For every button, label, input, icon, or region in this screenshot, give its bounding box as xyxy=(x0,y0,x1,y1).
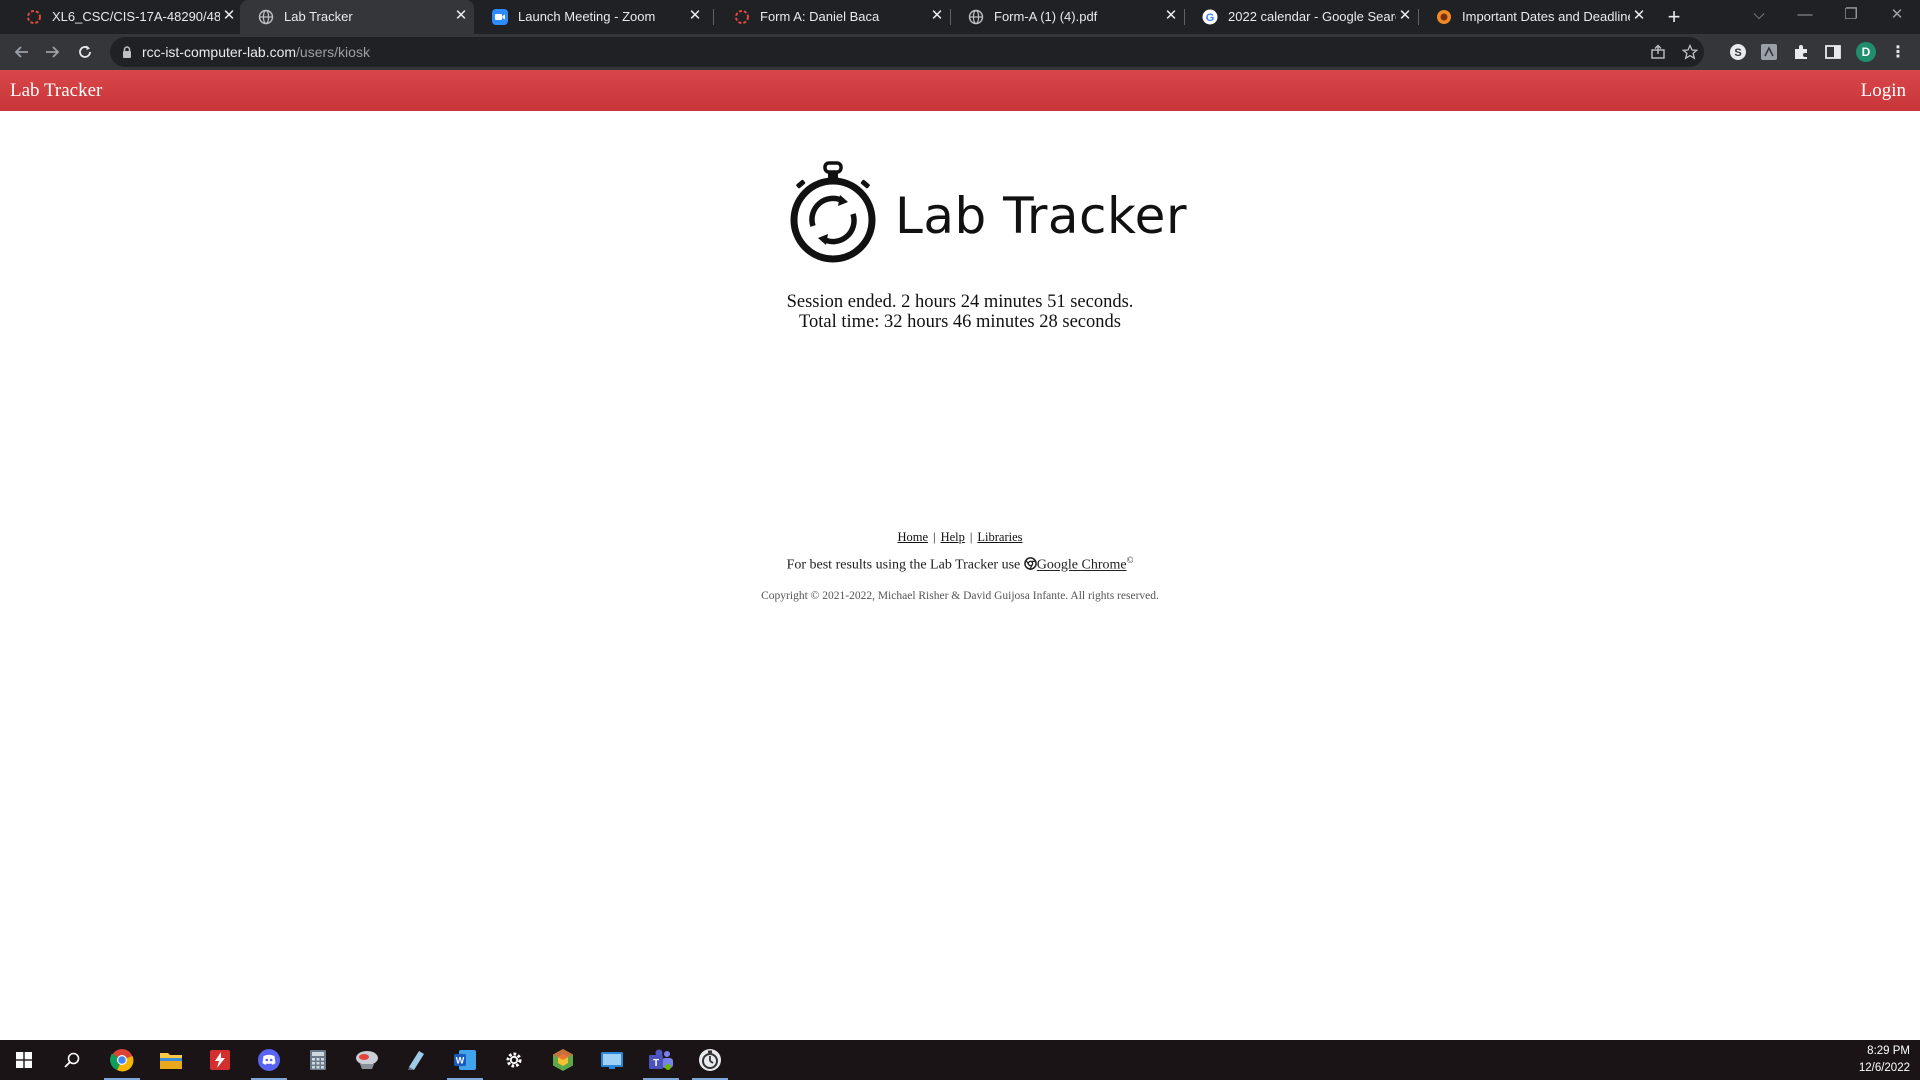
globe-icon xyxy=(968,9,984,25)
tab-title: Lab Tracker xyxy=(284,9,353,24)
tab-title: Launch Meeting - Zoom xyxy=(518,9,656,24)
tab-google-search[interactable]: G 2022 calendar - Google Search ✕ xyxy=(1184,0,1418,34)
menu-kebab-icon[interactable]: ⋮ xyxy=(1888,42,1908,62)
back-button[interactable] xyxy=(8,38,36,66)
close-icon[interactable]: ✕ xyxy=(1396,7,1414,25)
footer-nav: Home | Help | Libraries xyxy=(0,530,1920,545)
firefox-style-icon xyxy=(1436,9,1452,25)
globe-icon xyxy=(258,9,274,25)
tab-form-a-pdf[interactable]: Form-A (1) (4).pdf ✕ xyxy=(950,0,1184,34)
extensions-puzzle-icon[interactable] xyxy=(1791,42,1811,62)
arrow-right-icon xyxy=(46,46,60,58)
restore-button[interactable]: ❐ xyxy=(1828,0,1874,30)
reload-icon xyxy=(79,45,91,58)
separator: | xyxy=(969,530,973,544)
teams-icon[interactable]: T xyxy=(637,1040,685,1080)
svg-text:G: G xyxy=(1206,12,1215,24)
footer-help-link[interactable]: Help xyxy=(941,530,965,544)
login-link[interactable]: Login xyxy=(1861,80,1906,102)
recommendation-text: For best results using the Lab Tracker u… xyxy=(786,557,1024,573)
calculator-icon[interactable] xyxy=(294,1040,342,1080)
loading-spinner-icon xyxy=(26,9,42,25)
lab-tracker-app-icon[interactable] xyxy=(686,1040,734,1080)
url-text: rcc-ist-computer-lab.com/users/kiosk xyxy=(142,44,370,60)
chrome-icon[interactable] xyxy=(98,1040,146,1080)
google-icon: G xyxy=(1202,9,1218,25)
discord-icon[interactable] xyxy=(245,1040,293,1080)
total-time-text: Total time: 32 hours 46 minutes 28 secon… xyxy=(799,312,1121,332)
system-clock[interactable]: 8:29 PM 12/6/2022 xyxy=(1859,1043,1910,1077)
loading-spinner-icon xyxy=(734,9,750,25)
footer-home-link[interactable]: Home xyxy=(897,530,928,544)
address-bar[interactable]: rcc-ist-computer-lab.com/users/kiosk xyxy=(110,37,1704,67)
svg-text:S: S xyxy=(1734,47,1741,59)
zoom-icon xyxy=(492,9,508,25)
windows-taskbar: W T 8:29 PM 12/6/2022 xyxy=(0,1040,1920,1080)
svg-text:W: W xyxy=(456,1056,465,1066)
tab-title: XL6_CSC/CIS-17A-48290/48205 xyxy=(52,9,220,24)
new-tab-button[interactable]: + xyxy=(1661,4,1687,30)
tab-form-a[interactable]: Form A: Daniel Baca ✕ xyxy=(716,0,950,34)
tab-search-chevron-icon[interactable]: ⌵ xyxy=(1736,0,1782,30)
arrow-left-icon xyxy=(14,46,28,58)
close-icon[interactable]: ✕ xyxy=(1162,7,1180,25)
extension-s-icon[interactable]: S xyxy=(1728,42,1748,62)
remote-desktop-icon[interactable] xyxy=(588,1040,636,1080)
close-icon[interactable]: ✕ xyxy=(220,7,238,25)
clock-date: 12/6/2022 xyxy=(1858,1062,1910,1074)
close-icon[interactable]: ✕ xyxy=(928,7,946,25)
snipping-app-icon[interactable] xyxy=(343,1040,391,1080)
tab-important-dates[interactable]: Important Dates and Deadlines ✕ xyxy=(1418,0,1652,34)
reload-button[interactable] xyxy=(71,38,99,66)
close-icon[interactable]: ✕ xyxy=(1630,7,1648,25)
footer-libraries-link[interactable]: Libraries xyxy=(977,530,1022,544)
side-panel-icon[interactable] xyxy=(1823,42,1843,62)
windows-start-icon[interactable] xyxy=(0,1040,48,1080)
tab-title: Form A: Daniel Baca xyxy=(760,9,880,24)
tab-zoom[interactable]: Launch Meeting - Zoom ✕ xyxy=(474,0,708,34)
site-navbar: Lab Tracker Login xyxy=(0,70,1920,111)
tab-separator xyxy=(713,9,714,25)
close-icon[interactable]: ✕ xyxy=(686,7,704,25)
settings-icon[interactable] xyxy=(490,1040,538,1080)
lab-tracker-logo: Lab Tracker xyxy=(788,160,1187,270)
url-path: /users/kiosk xyxy=(296,44,370,60)
logo-wordmark: Lab Tracker xyxy=(895,187,1187,245)
red-app-icon[interactable] xyxy=(196,1040,244,1080)
svg-text:T: T xyxy=(653,1058,659,1069)
close-icon[interactable]: ✕ xyxy=(452,7,470,25)
clock-time: 8:29 PM xyxy=(1867,1045,1910,1057)
browser-tab-strip: XL6_CSC/CIS-17A-48290/48205 ✕ Lab Tracke… xyxy=(0,0,1920,34)
browser-toolbar: rcc-ist-computer-lab.com/users/kiosk S D… xyxy=(0,34,1920,70)
copyright-notice: Copyright © 2021-2022, Michael Risher & … xyxy=(761,590,1159,602)
file-explorer-icon[interactable] xyxy=(147,1040,195,1080)
minimize-button[interactable]: — xyxy=(1782,0,1828,30)
extension-grid-icon[interactable] xyxy=(1759,42,1779,62)
forward-button[interactable] xyxy=(38,38,66,66)
separator: | xyxy=(933,530,936,544)
session-ended-text: Session ended. 2 hours 24 minutes 51 sec… xyxy=(786,292,1134,312)
chrome-logo-icon xyxy=(1023,556,1037,570)
tab-lab-tracker[interactable]: Lab Tracker ✕ xyxy=(240,0,474,34)
browser-recommendation: For best results using the Lab Tracker u… xyxy=(0,555,1920,574)
tab-canvas-course[interactable]: XL6_CSC/CIS-17A-48290/48205 ✕ xyxy=(8,0,240,34)
url-host: rcc-ist-computer-lab.com xyxy=(142,44,297,60)
tab-title: Important Dates and Deadlines xyxy=(1462,9,1630,24)
bookmark-star-icon[interactable] xyxy=(1681,43,1699,61)
session-summary: Session ended. 2 hours 24 minutes 51 sec… xyxy=(0,292,1920,332)
word-icon[interactable]: W xyxy=(441,1040,489,1080)
lock-icon[interactable] xyxy=(120,45,134,59)
close-window-button[interactable]: ✕ xyxy=(1874,0,1920,30)
notepad-app-icon[interactable] xyxy=(392,1040,440,1080)
share-icon[interactable] xyxy=(1649,43,1667,61)
search-icon[interactable] xyxy=(48,1040,96,1080)
stopwatch-icon xyxy=(790,161,876,263)
copyright-symbol: © xyxy=(1126,555,1134,565)
tab-title: 2022 calendar - Google Search xyxy=(1228,9,1396,24)
brand-link[interactable]: Lab Tracker xyxy=(10,80,102,102)
google-chrome-link[interactable]: Google Chrome xyxy=(1037,558,1127,573)
profile-avatar[interactable]: D xyxy=(1856,42,1876,62)
cube-app-icon[interactable] xyxy=(539,1040,587,1080)
tab-title: Form-A (1) (4).pdf xyxy=(994,9,1098,24)
